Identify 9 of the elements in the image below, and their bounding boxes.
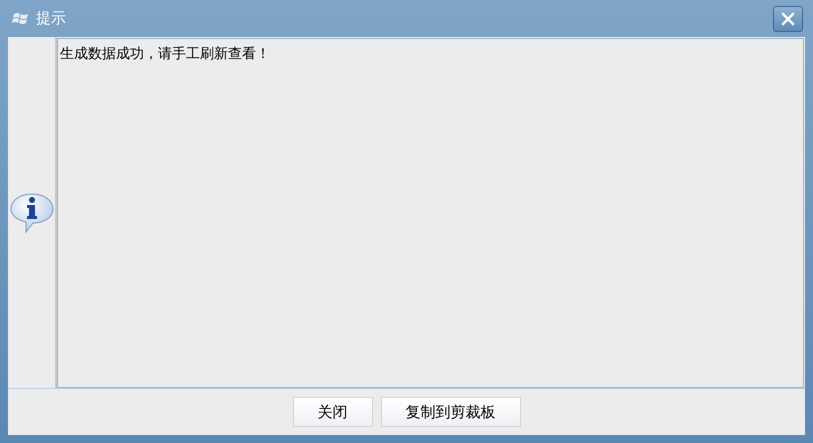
window-logo-icon [12,12,30,26]
dialog-button[interactable]: 关闭 [292,397,372,427]
close-button[interactable] [773,6,803,32]
message-text-area[interactable]: 生成数据成功，请手工刷新查看！ [57,38,804,388]
close-icon [780,10,796,26]
info-icon [8,192,54,234]
window-title: 提示 [36,9,66,28]
dialog-button[interactable]: 复制到剪裁板 [380,397,520,427]
message-text: 生成数据成功，请手工刷新查看！ [60,46,270,62]
